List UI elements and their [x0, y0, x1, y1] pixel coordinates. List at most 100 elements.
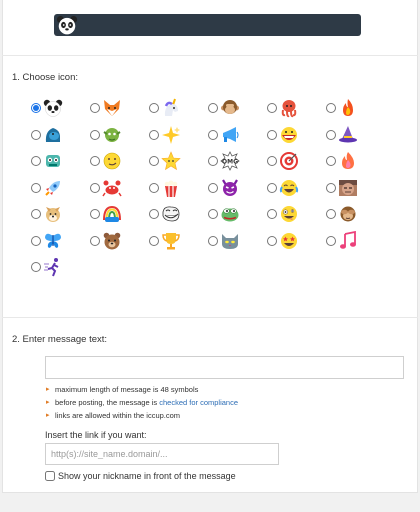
rule-links-allowed: links are allowed within the iccup.com — [46, 409, 238, 422]
target-icon — [280, 152, 298, 170]
icon-radio[interactable] — [149, 156, 159, 166]
icon-radio[interactable] — [149, 182, 159, 193]
icon-radio[interactable] — [31, 235, 41, 246]
icon-option-omg[interactable]: OMG — [208, 150, 266, 172]
icon-radio[interactable] — [149, 235, 159, 246]
icon-option-doge[interactable] — [31, 203, 89, 225]
icon-option-music[interactable] — [326, 230, 384, 252]
icon-option-rainbow[interactable] — [90, 203, 148, 225]
show-nickname-checkbox[interactable] — [45, 471, 55, 481]
icon-option-flame[interactable] — [326, 150, 384, 172]
compliance-link[interactable]: checked for compliance — [159, 398, 238, 407]
icon-radio[interactable] — [208, 156, 218, 166]
icon-option-bear[interactable] — [90, 230, 148, 252]
icon-option-fire[interactable] — [326, 97, 384, 119]
laughing-cry-icon — [279, 179, 299, 196]
icon-radio[interactable] — [267, 209, 277, 219]
runner-icon — [44, 258, 59, 277]
icon-radio[interactable] — [90, 103, 100, 113]
icon-radio[interactable] — [267, 182, 277, 193]
icon-option-octopus[interactable] — [267, 97, 325, 119]
icon-radio[interactable] — [149, 209, 159, 219]
icon-option-butterfly[interactable] — [31, 230, 89, 252]
icon-radio[interactable] — [267, 129, 277, 140]
icon-option-crazy-face[interactable] — [267, 203, 325, 225]
icon-option-monkey[interactable] — [208, 97, 266, 119]
icon-option-rocket[interactable] — [31, 177, 89, 199]
pepe-icon — [221, 208, 239, 222]
icon-radio[interactable] — [208, 235, 218, 246]
icon-radio[interactable] — [31, 129, 41, 140]
monkey-icon — [221, 100, 239, 114]
gorilla-icon — [45, 127, 60, 142]
icon-radio[interactable] — [208, 182, 218, 193]
rule-compliance-text: before posting, the message is — [55, 398, 160, 407]
icon-radio[interactable] — [326, 103, 336, 113]
icon-radio[interactable] — [149, 129, 159, 140]
icon-radio[interactable] — [90, 156, 100, 166]
icon-option-unicorn[interactable] — [149, 97, 207, 119]
icon-option-crab[interactable] — [90, 177, 148, 199]
icon-option-megaphone[interactable] — [208, 124, 266, 146]
icon-radio[interactable] — [326, 156, 336, 166]
bear-icon — [103, 232, 121, 249]
show-nickname-option[interactable]: Show your nickname in front of the messa… — [45, 471, 236, 481]
icon-radio[interactable] — [326, 209, 336, 219]
icon-radio[interactable] — [90, 182, 100, 193]
icon-radio[interactable] — [326, 129, 336, 140]
icon-radio[interactable] — [31, 262, 41, 272]
icon-option-panda[interactable] — [31, 97, 89, 119]
icon-option-goblin[interactable] — [90, 124, 148, 146]
icon-radio[interactable] — [208, 103, 218, 113]
icon-radio[interactable] — [326, 235, 336, 246]
icon-radio[interactable] — [267, 235, 277, 246]
icon-option-smirk[interactable] — [90, 150, 148, 172]
icon-radio[interactable] — [90, 129, 100, 140]
icon-radio[interactable] — [90, 235, 100, 246]
panda-icon — [56, 15, 78, 35]
icon-option-pepe[interactable] — [208, 203, 266, 225]
icon-radio[interactable] — [149, 103, 159, 113]
star-eyes-icon — [281, 232, 297, 249]
troll-icon — [162, 206, 180, 222]
icon-option-star-face[interactable] — [149, 150, 207, 172]
icon-option-fox[interactable] — [90, 97, 148, 119]
icon-radio[interactable] — [31, 156, 41, 166]
icon-option-troll[interactable] — [149, 203, 207, 225]
icon-option-gorilla[interactable] — [31, 124, 89, 146]
icon-radio[interactable] — [326, 182, 336, 193]
icon-option-chomp[interactable] — [267, 124, 325, 146]
link-url-input[interactable] — [45, 443, 279, 465]
icon-option-popcorn[interactable] — [149, 177, 207, 199]
rule-links-text: links are allowed within the iccup.com — [55, 411, 181, 420]
icon-option-robot[interactable] — [31, 150, 89, 172]
message-text-input[interactable] — [45, 356, 404, 379]
icon-radio[interactable] — [208, 129, 218, 140]
icon-option-runner[interactable] — [31, 256, 89, 278]
flame-icon — [342, 152, 354, 169]
icon-radio[interactable] — [90, 209, 100, 219]
icon-option-witch-hat[interactable] — [326, 124, 384, 146]
icon-radio[interactable] — [31, 182, 41, 193]
icon-option-sparkle[interactable] — [149, 124, 207, 146]
icon-radio[interactable] — [208, 209, 218, 219]
icon-option-see-no-evil[interactable] — [326, 203, 384, 225]
icon-radio[interactable] — [31, 103, 41, 113]
see-no-evil-icon — [340, 206, 356, 222]
crazy-face-icon — [281, 206, 297, 222]
icon-option-cat[interactable] — [208, 230, 266, 252]
divider — [2, 317, 418, 318]
icon-option-star-eyes[interactable] — [267, 230, 325, 252]
music-icon — [340, 230, 356, 249]
icon-radio[interactable] — [267, 156, 277, 166]
icon-option-face-photo[interactable] — [326, 177, 384, 199]
icon-option-target[interactable] — [267, 150, 325, 172]
unicorn-icon — [164, 98, 178, 116]
icon-radio[interactable] — [267, 103, 277, 113]
icon-option-laughing-cry[interactable] — [267, 177, 325, 199]
message-rules-list: maximum length of message is 48 symbols … — [46, 383, 238, 422]
icon-option-devil[interactable] — [208, 177, 266, 199]
icon-option-trophy[interactable] — [149, 230, 207, 252]
icon-radio[interactable] — [31, 209, 41, 219]
smirk-icon — [103, 152, 121, 170]
